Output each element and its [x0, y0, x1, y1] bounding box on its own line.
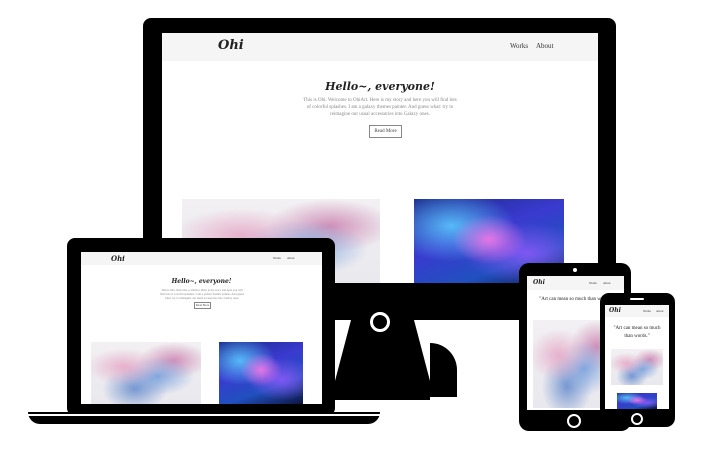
- phone-artwork-flower[interactable]: [611, 349, 663, 385]
- laptop-hero-title: Hello~, everyone!: [171, 278, 232, 285]
- hero-title: Hello~, everyone!: [325, 80, 435, 93]
- hero-text: This is Ohi. Welcome to OhiArt. Here is …: [303, 98, 457, 117]
- laptop-artwork-flower[interactable]: [91, 342, 201, 404]
- phone-quote: "Art can mean so much than words.": [613, 326, 661, 339]
- read-more-button[interactable]: Read More: [369, 125, 402, 138]
- tablet-camera: [573, 268, 577, 272]
- phone-header: Ohi Works About: [605, 305, 669, 317]
- laptop-brand-logo[interactable]: Ohi: [111, 254, 125, 263]
- phone-home-button[interactable]: [631, 413, 643, 425]
- phone-screen: Ohi Works About "Art can mean so much th…: [605, 305, 669, 409]
- monitor-stand-neck: [430, 340, 460, 400]
- laptop-artwork-galaxy[interactable]: [219, 342, 303, 404]
- tablet-home-button[interactable]: [567, 414, 581, 428]
- phone-brand-logo[interactable]: Ohi: [609, 307, 621, 314]
- desktop-header: Ohi Works About: [162, 33, 598, 61]
- laptop-read-more-button[interactable]: Read More: [194, 302, 211, 309]
- monitor-stand: [330, 320, 435, 400]
- phone-speaker: [630, 298, 644, 300]
- phone-nav-about[interactable]: About: [656, 309, 664, 313]
- tablet-header: Ohi Works About: [527, 276, 624, 290]
- laptop-header: Ohi Works About: [81, 252, 322, 265]
- laptop-hero-text: This is Ohi. Welcome to OhiArt. Here is …: [160, 288, 244, 300]
- nav-about[interactable]: About: [536, 42, 554, 50]
- laptop-base-line: [28, 414, 380, 416]
- tablet-nav-about[interactable]: About: [603, 281, 611, 285]
- laptop-nav-about[interactable]: About: [287, 256, 295, 260]
- brand-logo[interactable]: Ohi: [218, 38, 244, 53]
- phone-nav-works[interactable]: Works: [643, 309, 651, 313]
- tablet-brand-logo[interactable]: Ohi: [533, 279, 545, 286]
- monitor-power-button[interactable]: [370, 312, 390, 332]
- phone-artwork-galaxy[interactable]: [617, 393, 657, 409]
- laptop-screen: Ohi Works About Hello~, everyone! This i…: [81, 252, 322, 404]
- laptop-nav-works[interactable]: Works: [273, 256, 281, 260]
- tablet-nav-works[interactable]: Works: [589, 281, 597, 285]
- nav-works[interactable]: Works: [510, 42, 528, 50]
